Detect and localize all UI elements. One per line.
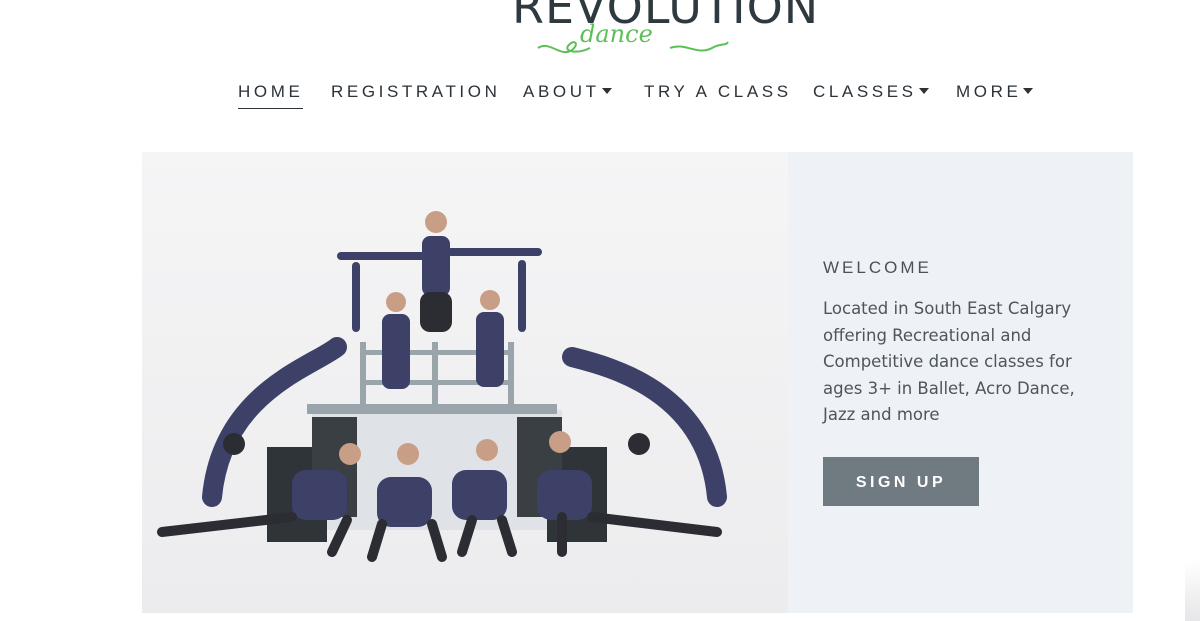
nav-more-label: MORE (956, 82, 1022, 101)
dance-group-illustration (142, 152, 788, 613)
welcome-heading: WELCOME (823, 258, 932, 277)
sign-up-button[interactable]: SIGN UP (823, 457, 979, 506)
welcome-panel: WELCOME Located in South East Calgary of… (788, 152, 1133, 613)
nav-classes[interactable]: CLASSES (813, 80, 929, 108)
welcome-description: Located in South East Calgary offering R… (823, 299, 1075, 424)
nav-try-a-class[interactable]: TRY A CLASS (644, 80, 792, 108)
nav-about-label: ABOUT (523, 82, 600, 101)
nav-home-label: HOME (238, 82, 304, 101)
main-nav: HOME REGISTRATION ABOUT TRY A CLASS CLAS… (0, 80, 1200, 110)
hero-photo (142, 152, 788, 613)
chevron-down-icon (918, 88, 929, 94)
page-edge-shadow (1185, 560, 1200, 621)
logo-script: dance (580, 20, 653, 48)
chevron-down-icon (601, 88, 612, 94)
nav-classes-label: CLASSES (813, 82, 917, 101)
page: REVOLUTION dance HOME REGISTRATION ABOUT… (0, 0, 1200, 621)
nav-registration[interactable]: REGISTRATION (331, 80, 500, 108)
nav-try-a-class-label: TRY A CLASS (644, 82, 792, 101)
chevron-down-icon (1023, 88, 1034, 94)
nav-registration-label: REGISTRATION (331, 82, 501, 101)
nav-home[interactable]: HOME (238, 80, 304, 109)
nav-about[interactable]: ABOUT (523, 80, 612, 108)
nav-more[interactable]: MORE (956, 80, 1034, 108)
